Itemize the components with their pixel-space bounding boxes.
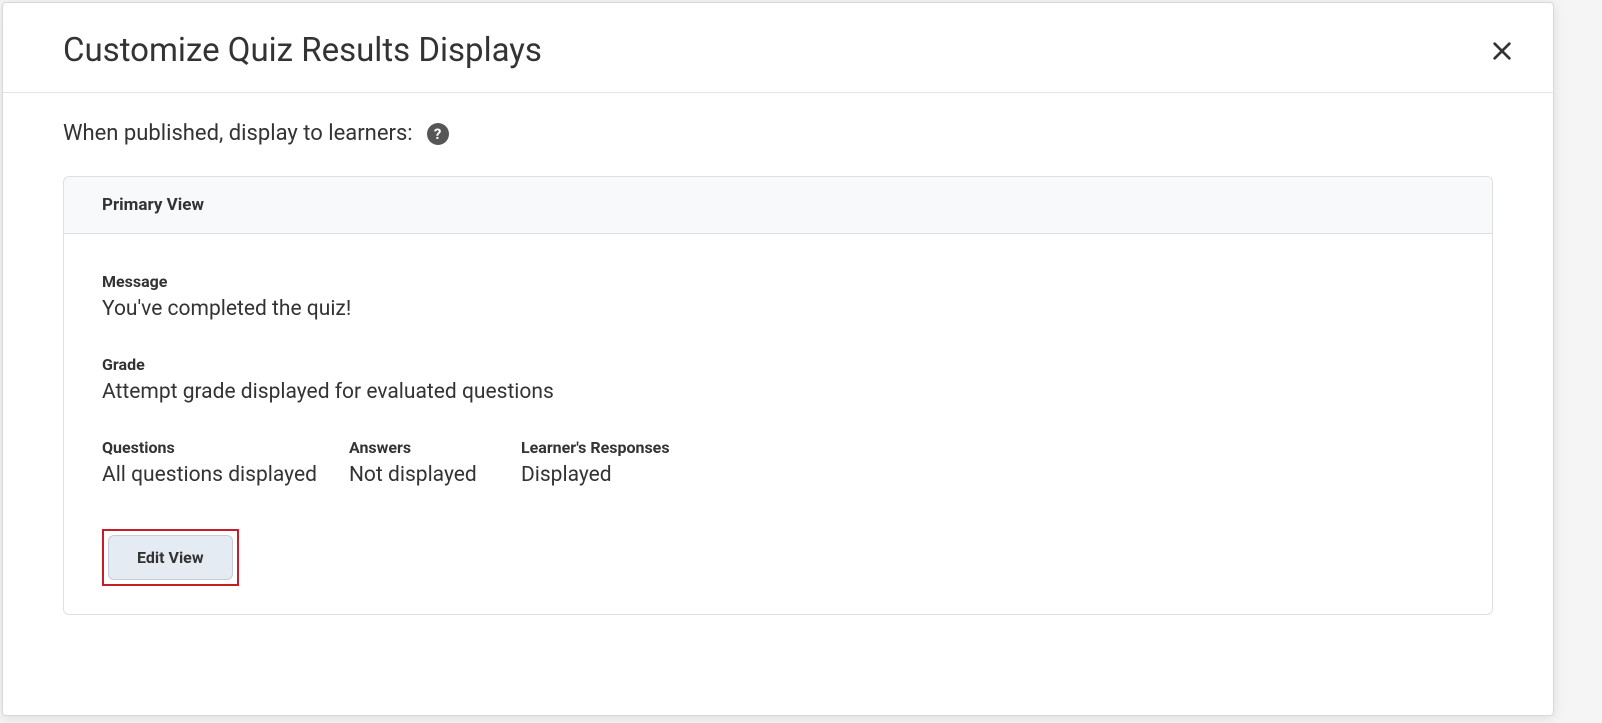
close-icon <box>1491 40 1513 62</box>
edit-view-button[interactable]: Edit View <box>108 535 233 580</box>
message-value: You've completed the quiz! <box>102 297 1454 321</box>
close-button[interactable] <box>1487 36 1517 66</box>
message-block: Message You've completed the quiz! <box>102 272 1454 321</box>
questions-value: All questions displayed <box>102 463 317 487</box>
primary-view-title: Primary View <box>102 195 1454 215</box>
responses-column: Learner's Responses Displayed <box>521 438 670 487</box>
modal-title: Customize Quiz Results Displays <box>63 31 542 70</box>
responses-value: Displayed <box>521 463 670 487</box>
section-label-row: When published, display to learners: ? <box>63 121 1493 146</box>
questions-label: Questions <box>102 438 317 457</box>
help-icon[interactable]: ? <box>427 123 449 145</box>
questions-column: Questions All questions displayed <box>102 438 317 487</box>
grade-block: Grade Attempt grade displayed for evalua… <box>102 355 1454 404</box>
section-label: When published, display to learners: <box>63 121 413 146</box>
message-label: Message <box>102 272 1454 291</box>
responses-label: Learner's Responses <box>521 438 670 457</box>
primary-view-card: Primary View Message You've completed th… <box>63 176 1493 615</box>
customize-quiz-results-modal: Customize Quiz Results Displays When pub… <box>2 2 1554 716</box>
modal-header: Customize Quiz Results Displays <box>3 3 1553 93</box>
answers-column: Answers Not displayed <box>349 438 489 487</box>
edit-view-highlight: Edit View <box>102 529 239 586</box>
grade-value: Attempt grade displayed for evaluated qu… <box>102 380 1454 404</box>
columns-row: Questions All questions displayed Answer… <box>102 438 1454 487</box>
modal-body[interactable]: When published, display to learners: ? P… <box>3 93 1553 715</box>
primary-view-card-body: Message You've completed the quiz! Grade… <box>64 234 1492 614</box>
primary-view-card-header: Primary View <box>64 177 1492 234</box>
answers-label: Answers <box>349 438 489 457</box>
grade-label: Grade <box>102 355 1454 374</box>
answers-value: Not displayed <box>349 463 489 487</box>
